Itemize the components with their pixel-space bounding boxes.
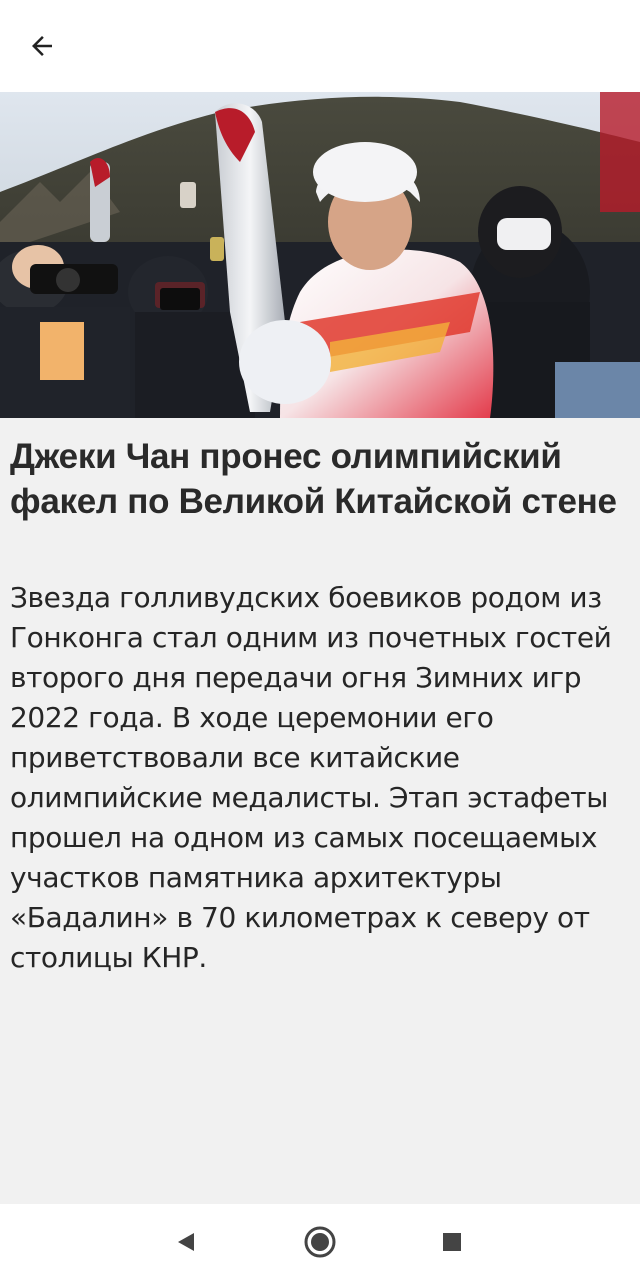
article-body: Звезда голливудских боевиков родом из Го… <box>10 581 612 974</box>
article-photo <box>0 92 640 418</box>
article-title: Джеки Чан пронес олимпийский факел по Ве… <box>10 437 617 521</box>
nav-back-button[interactable] <box>166 1222 206 1262</box>
square-recent-icon <box>443 1233 461 1251</box>
article-content: Джеки Чан пронес олимпийский факел по Ве… <box>0 418 640 1204</box>
triangle-back-icon <box>178 1233 194 1251</box>
circle-home-icon <box>304 1226 336 1258</box>
system-navigation-bar <box>0 1204 640 1280</box>
arrow-left-icon <box>32 36 52 56</box>
top-app-bar <box>0 0 640 92</box>
nav-recent-button[interactable] <box>432 1222 472 1262</box>
back-button[interactable] <box>18 22 66 70</box>
nav-home-button[interactable] <box>300 1222 340 1262</box>
torch-relay-photo <box>0 92 640 418</box>
